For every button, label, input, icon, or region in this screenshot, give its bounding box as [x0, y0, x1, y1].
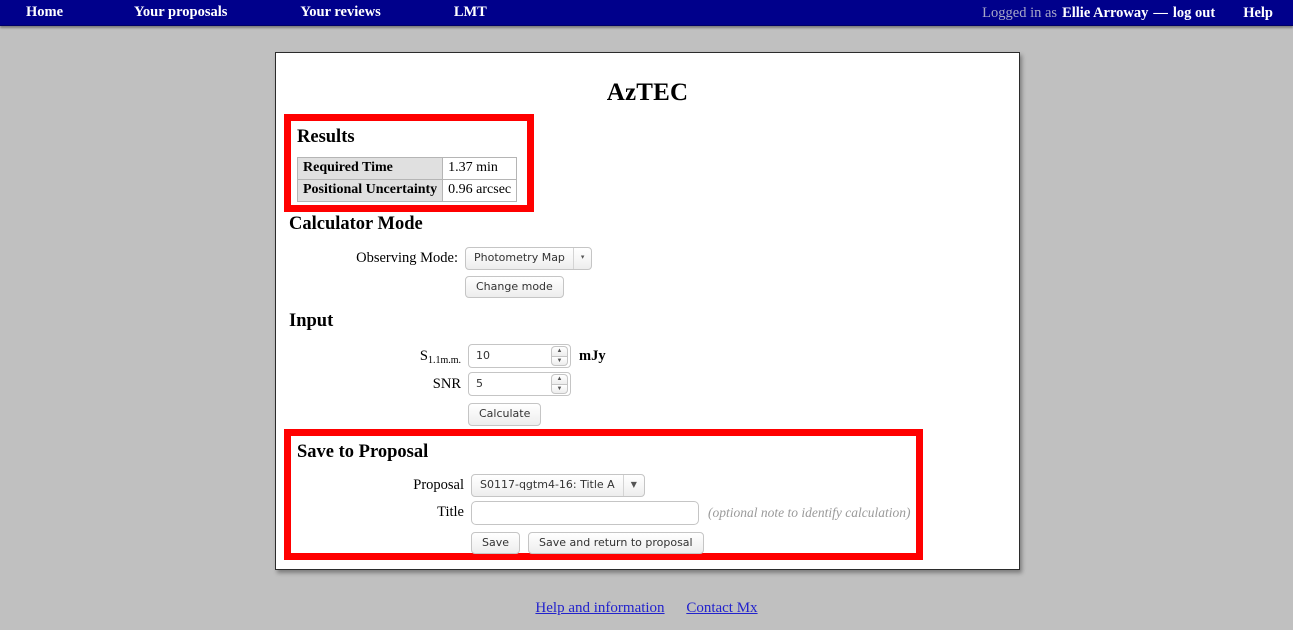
results-row-label: Required Time — [296, 157, 444, 180]
flux-label: S1.1m.m. — [289, 347, 468, 366]
observing-mode-dropdown[interactable]: Photometry Map ▾ — [465, 247, 593, 270]
navbar-user-area: Logged in as Ellie Arroway — log out Hel… — [982, 0, 1273, 26]
flux-unit-label: mJy — [579, 347, 606, 364]
results-row-label: Positional Uncertainty — [296, 179, 444, 202]
nav-item-your-proposals[interactable]: Your proposals — [134, 4, 227, 21]
save-to-proposal-highlight-box: Save to Proposal Proposal S0117-qgtm4-16… — [284, 429, 923, 560]
logged-in-label: Logged in as — [982, 4, 1058, 21]
nav-item-help[interactable]: Help — [1243, 5, 1273, 22]
chevron-down-icon: ▼ — [622, 475, 644, 496]
input-section: Input S1.1m.m. ▲ ▼ mJy SNR — [289, 311, 989, 430]
snr-spinner[interactable]: ▲ ▼ — [468, 372, 571, 396]
calculator-mode-section: Calculator Mode Observing Mode: Photomet… — [289, 214, 989, 302]
save-to-proposal-heading: Save to Proposal — [297, 442, 429, 462]
proposal-dropdown[interactable]: S0117-qgtm4-16: Title A ▼ — [471, 474, 645, 497]
top-navbar: Home Your proposals Your reviews LMT Log… — [0, 0, 1293, 26]
save-and-return-button[interactable]: Save and return to proposal — [528, 531, 704, 555]
page-title: AzTEC — [606, 79, 689, 106]
nav-item-home[interactable]: Home — [26, 4, 63, 21]
title-hint: (optional note to identify calculation) — [708, 504, 911, 520]
calculator-mode-heading: Calculator Mode — [289, 214, 423, 234]
observing-mode-label: Observing Mode: — [356, 249, 458, 266]
flux-spinner[interactable]: ▲ ▼ — [468, 344, 571, 368]
observing-mode-row: Observing Mode: Photometry Map ▾ — [289, 247, 989, 270]
snr-label: SNR — [432, 375, 461, 392]
spinner-up-icon[interactable]: ▲ — [551, 346, 568, 356]
footer: Help and information Contact Mx — [0, 600, 1293, 617]
footer-link-help-and-information[interactable]: Help and information — [535, 600, 664, 616]
nav-item-lmt[interactable]: LMT — [454, 4, 487, 21]
save-to-proposal-section: Save to Proposal Proposal S0117-qgtm4-16… — [291, 436, 922, 559]
user-name: Ellie Arroway — [1062, 4, 1149, 21]
spinner-down-icon[interactable]: ▼ — [551, 383, 568, 394]
title-input[interactable] — [471, 500, 699, 525]
title-row: Title (optional note to identify calcula… — [297, 500, 922, 525]
title-label: Title — [437, 504, 464, 521]
input-heading: Input — [289, 311, 334, 331]
nav-item-your-reviews[interactable]: Your reviews — [300, 4, 380, 21]
change-mode-row: Change mode — [289, 275, 989, 299]
results-table: Required Time 1.37 min Positional Uncert… — [296, 157, 518, 202]
change-mode-button[interactable]: Change mode — [465, 275, 564, 299]
table-row: Positional Uncertainty 0.96 arcsec — [296, 179, 518, 202]
navbar-links: Home Your proposals Your reviews LMT — [0, 4, 487, 21]
nav-separator-dash: — — [1153, 4, 1168, 21]
flux-label-base: S — [419, 347, 428, 364]
results-highlight-box: Results Required Time 1.37 min Positiona… — [284, 114, 534, 212]
footer-link-contact[interactable]: Contact Mx — [686, 600, 757, 616]
snr-spinner-buttons[interactable]: ▲ ▼ — [551, 374, 568, 394]
results-heading: Results — [297, 127, 355, 147]
proposal-row: Proposal S0117-qgtm4-16: Title A ▼ — [297, 474, 922, 497]
flux-row: S1.1m.m. ▲ ▼ mJy — [289, 344, 989, 368]
results-section: Results Required Time 1.37 min Positiona… — [291, 121, 533, 211]
table-row: Required Time 1.37 min — [296, 157, 518, 180]
chevron-down-icon: ▾ — [572, 248, 592, 269]
save-buttons-row: Save Save and return to proposal — [297, 531, 922, 555]
spinner-up-icon[interactable]: ▲ — [551, 374, 568, 384]
calculate-button[interactable]: Calculate — [468, 403, 542, 426]
save-button[interactable]: Save — [471, 531, 521, 555]
proposal-value: S0117-qgtm4-16: Title A — [480, 478, 615, 491]
results-row-value: 0.96 arcsec — [442, 179, 518, 202]
snr-row: SNR ▲ ▼ — [289, 372, 989, 396]
proposal-label: Proposal — [413, 476, 464, 493]
flux-label-subscript: 1.1m.m. — [427, 354, 461, 366]
observing-mode-value: Photometry Map — [474, 251, 565, 264]
logout-link[interactable]: log out — [1173, 5, 1215, 22]
flux-spinner-buttons[interactable]: ▲ ▼ — [551, 346, 568, 366]
calculate-row: Calculate — [289, 403, 989, 426]
spinner-down-icon[interactable]: ▼ — [551, 355, 568, 366]
main-panel: AzTEC Results Required Time 1.37 min Pos… — [275, 52, 1020, 570]
results-row-value: 1.37 min — [442, 157, 518, 180]
